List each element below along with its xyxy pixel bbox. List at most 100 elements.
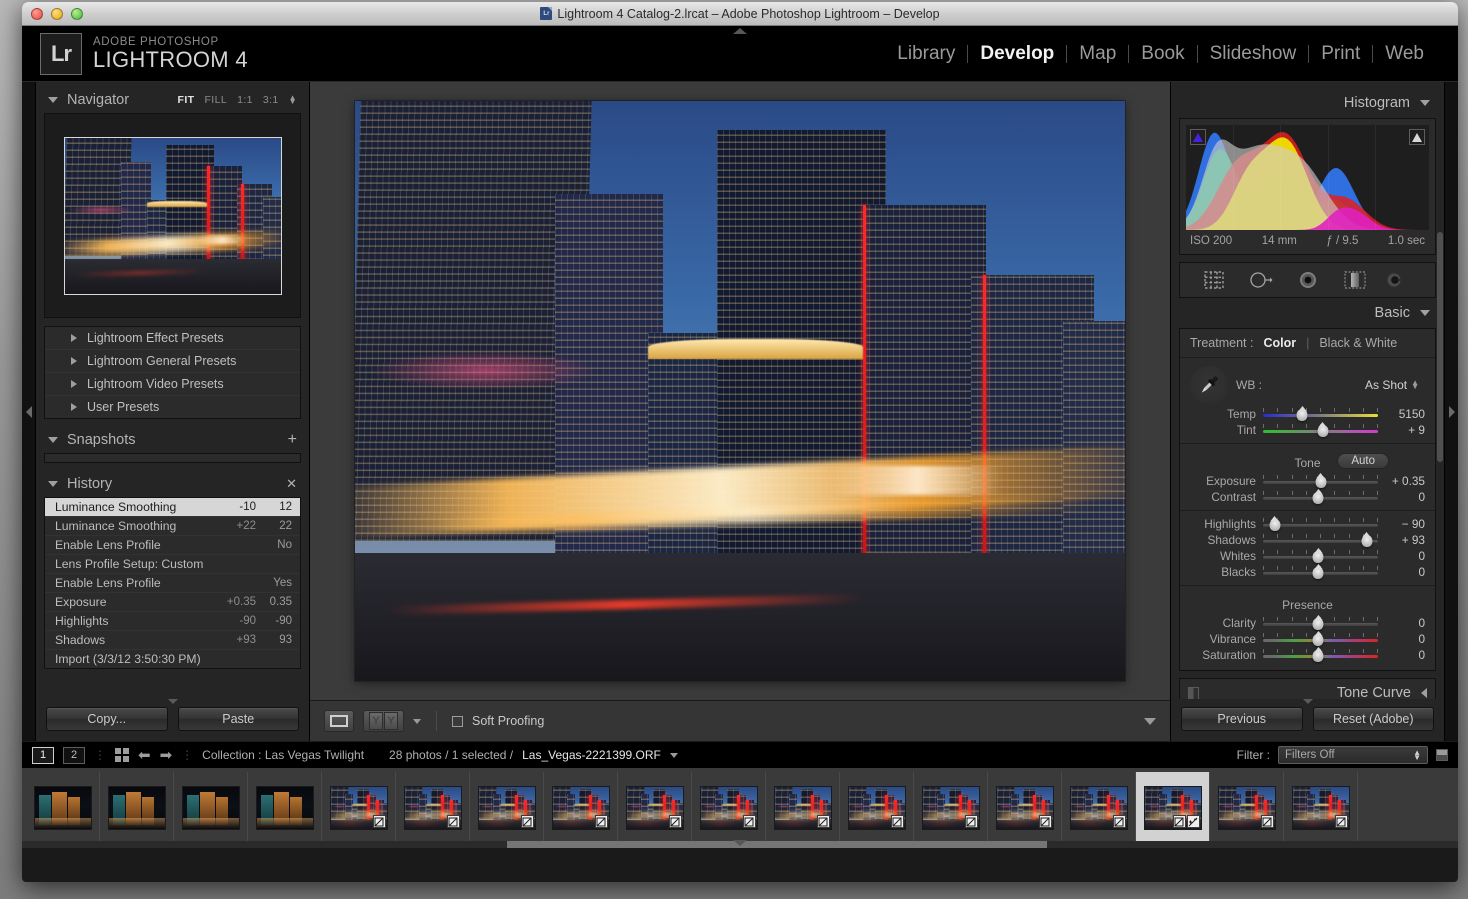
- go-forward-icon[interactable]: ➡: [160, 748, 173, 763]
- left-panel-resize-nub[interactable]: [168, 699, 178, 704]
- slider-track-area[interactable]: [1263, 423, 1378, 437]
- slider-thumb[interactable]: [1313, 551, 1324, 563]
- snapshots-header[interactable]: Snapshots +: [44, 428, 301, 453]
- slider-value[interactable]: + 93: [1385, 533, 1425, 547]
- presence-sliders[interactable]: Clarity0Vibrance0Saturation0: [1180, 615, 1435, 663]
- right-panel-toggle[interactable]: [1444, 82, 1458, 741]
- slider-temp[interactable]: Temp5150: [1180, 406, 1435, 422]
- slider-highlights[interactable]: Highlights− 90: [1180, 516, 1435, 532]
- treatment-option-bw[interactable]: Black & White: [1319, 336, 1397, 350]
- module-book[interactable]: Book: [1129, 43, 1196, 65]
- clear-history-icon[interactable]: ✕: [286, 476, 297, 492]
- slider-value[interactable]: 0: [1385, 632, 1425, 646]
- slider-thumb[interactable]: [1297, 409, 1308, 421]
- slider-track-area[interactable]: [1263, 533, 1378, 547]
- toolbar-options-icon[interactable]: [1144, 718, 1156, 725]
- histogram-header[interactable]: Histogram: [1179, 88, 1436, 118]
- window-controls[interactable]: [31, 8, 83, 20]
- slider-whites[interactable]: Whites0: [1180, 548, 1435, 564]
- white-balance-selector-icon[interactable]: [1190, 366, 1228, 404]
- filmstrip-cell[interactable]: [100, 772, 174, 844]
- module-map[interactable]: Map: [1067, 43, 1128, 65]
- white-balance-sliders[interactable]: Temp5150Tint+ 9: [1180, 406, 1435, 438]
- crop-badge[interactable]: [373, 815, 386, 828]
- current-filename[interactable]: Las_Vegas-2221399.ORF: [522, 748, 661, 762]
- filmstrip-cell[interactable]: [544, 772, 618, 844]
- slider-thumb[interactable]: [1361, 535, 1372, 547]
- soft-proofing-checkbox[interactable]: [452, 716, 463, 727]
- paste-settings-button[interactable]: Paste: [178, 707, 300, 731]
- slider-value[interactable]: 0: [1385, 616, 1425, 630]
- crop-badge[interactable]: [521, 815, 534, 828]
- filmstrip-cell[interactable]: [26, 772, 100, 844]
- slider-saturation[interactable]: Saturation0: [1180, 647, 1435, 663]
- white-balance-value[interactable]: As Shot ▲▼: [1365, 378, 1419, 392]
- filmstrip-cell[interactable]: [322, 772, 396, 844]
- crop-badge[interactable]: [965, 815, 978, 828]
- crop-badge[interactable]: [1039, 815, 1052, 828]
- slider-value[interactable]: 0: [1385, 648, 1425, 662]
- filmstrip-cell[interactable]: [914, 772, 988, 844]
- zoom-mode-fill[interactable]: FILL: [204, 94, 227, 106]
- filmstrip-cell[interactable]: [840, 772, 914, 844]
- crop-badge[interactable]: [1261, 815, 1274, 828]
- slider-thumb[interactable]: [1313, 634, 1324, 646]
- basic-panel-header[interactable]: Basic: [1179, 298, 1436, 328]
- treatment-option-color[interactable]: Color: [1263, 336, 1296, 350]
- history-row[interactable]: Highlights-90-90: [45, 612, 300, 631]
- module-develop[interactable]: Develop: [968, 43, 1066, 65]
- tone-sliders-group-a[interactable]: Exposure+ 0.35Contrast0: [1180, 473, 1435, 505]
- zoom-mode-fit[interactable]: FIT: [178, 94, 195, 106]
- copy-settings-button[interactable]: Copy...: [46, 707, 168, 731]
- slider-exposure[interactable]: Exposure+ 0.35: [1180, 473, 1435, 489]
- slider-thumb[interactable]: [1313, 492, 1324, 504]
- filmstrip-cell[interactable]: [248, 772, 322, 844]
- topbar-collapse-arrow[interactable]: [733, 28, 747, 34]
- slider-track-area[interactable]: [1263, 549, 1378, 563]
- previous-button[interactable]: Previous: [1181, 707, 1303, 731]
- slider-value[interactable]: 0: [1385, 549, 1425, 563]
- slider-thumb[interactable]: [1269, 519, 1280, 531]
- treatment-row[interactable]: Treatment : Color | Black & White: [1180, 329, 1435, 358]
- slider-thumb[interactable]: [1317, 425, 1328, 437]
- filmstrip-cell[interactable]: [692, 772, 766, 844]
- adjustment-brush-icon[interactable]: [1387, 268, 1417, 292]
- crop-badge[interactable]: [743, 815, 756, 828]
- slider-value[interactable]: 5150: [1385, 407, 1425, 421]
- zoom-mode-3-1[interactable]: 3:1: [263, 94, 279, 106]
- highlight-clipping-indicator[interactable]: [1409, 129, 1425, 145]
- filmstrip-scroll-thumb[interactable]: [507, 841, 1047, 848]
- slider-track-area[interactable]: [1263, 407, 1378, 421]
- filmstrip-cell[interactable]: [1062, 772, 1136, 844]
- before-after-menu-icon[interactable]: [413, 719, 421, 724]
- spot-removal-icon[interactable]: [1246, 268, 1276, 292]
- filmstrip-cell[interactable]: [766, 772, 840, 844]
- slider-track-area[interactable]: [1263, 616, 1378, 630]
- close-button[interactable]: [31, 8, 43, 20]
- slider-thumb[interactable]: [1315, 476, 1326, 488]
- filmstrip-cell[interactable]: [1210, 772, 1284, 844]
- history-row[interactable]: Luminance Smoothing-1012: [45, 498, 300, 517]
- crop-badge[interactable]: [1173, 815, 1186, 828]
- slider-contrast[interactable]: Contrast0: [1180, 489, 1435, 505]
- slider-tint[interactable]: Tint+ 9: [1180, 422, 1435, 438]
- slider-track-area[interactable]: [1263, 490, 1378, 504]
- filmstrip-cell[interactable]: [174, 772, 248, 844]
- filter-select[interactable]: Filters Off ▲▼: [1278, 746, 1428, 764]
- before-after-button[interactable]: YY: [363, 710, 404, 732]
- filename-menu-icon[interactable]: [670, 753, 678, 758]
- filter-stepper-icon[interactable]: ▲▼: [1413, 750, 1421, 760]
- screen-2-button[interactable]: 2: [63, 747, 85, 764]
- history-row[interactable]: Import (3/3/12 3:50:30 PM): [45, 650, 300, 668]
- reset-button[interactable]: Reset (Adobe): [1313, 707, 1435, 731]
- crop-badge[interactable]: [447, 815, 460, 828]
- slider-track-area[interactable]: [1263, 565, 1378, 579]
- filter-toggle-switch[interactable]: [1436, 749, 1448, 761]
- filmstrip-cell[interactable]: [988, 772, 1062, 844]
- navigator-zoom-modes[interactable]: FIT FILL 1:1 3:1 ▲▼: [178, 94, 298, 106]
- preset-group-0[interactable]: Lightroom Effect Presets: [45, 327, 300, 350]
- module-picker[interactable]: LibraryDevelopMapBookSlideshowPrintWeb: [885, 43, 1458, 65]
- shadow-clipping-indicator[interactable]: [1190, 129, 1206, 145]
- crop-badge[interactable]: [595, 815, 608, 828]
- slider-vibrance[interactable]: Vibrance0: [1180, 631, 1435, 647]
